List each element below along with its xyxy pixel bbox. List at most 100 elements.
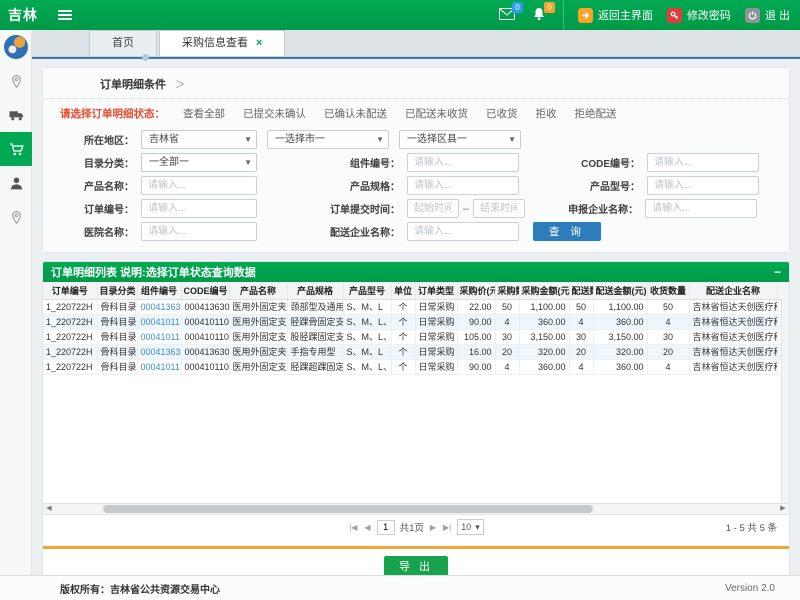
user-avatar[interactable] [0,30,32,64]
order-time-label: 订单提交时间： [257,201,407,216]
end-time-input[interactable] [473,199,525,218]
start-time-input[interactable] [407,199,459,218]
return-main-button[interactable]: 返回主界面 [578,7,653,23]
table-cell: 90.00 [457,359,495,374]
query-button[interactable]: 查 询 [533,222,601,241]
column-header: 采购金额(元 [519,282,569,299]
table-cell: 医用外固定夹板 [229,344,287,359]
chevron-down-icon: ▼ [376,131,384,148]
header-divider [563,0,564,30]
table-row[interactable]: 1_220722H骨科目录0004101100041011002医用外固定支具胫… [43,314,789,329]
table-cell: 4 [495,359,519,374]
status-option[interactable]: 已提交未确认 [243,106,306,121]
tab-procurement-info[interactable]: 采购信息查看 × [159,30,285,56]
status-filter-label: 请选择订单明细状态： [60,106,165,121]
last-page-icon[interactable]: ▶| [442,523,452,532]
sidebar-item-location-top[interactable] [0,64,32,98]
province-select[interactable]: 吉林省▼ [141,130,257,149]
table-cell: 个 [391,329,415,344]
catalog-select[interactable]: 一全部一▼ [141,153,257,172]
component-no-link[interactable]: 00041363 [137,344,181,359]
declare-company-input[interactable] [645,199,757,218]
scrollbar-thumb[interactable] [103,505,593,513]
collapse-panel-icon[interactable]: − [774,266,781,278]
sidebar-item-location-bottom[interactable] [0,200,32,234]
export-button[interactable]: 导 出 [384,556,448,576]
page-size-select[interactable]: 10 ▾ [457,519,484,535]
horizontal-scrollbar[interactable]: ◀ ▶ [43,503,789,514]
component-no-label: 组件编号： [257,155,407,170]
key-icon [667,8,682,23]
product-model-label: 产品型号： [519,178,647,193]
status-option[interactable]: 拒收 [536,106,557,121]
code-no-input[interactable] [647,153,759,172]
table-cell: 日常采购 [415,314,457,329]
product-model-input[interactable] [647,176,759,195]
order-list-title: 订单明细列表 说明:选择订单状态查询数据 [51,264,256,280]
table-cell: 日常采购 [415,299,457,314]
next-page-icon[interactable]: ▶ [429,523,437,532]
sidebar-item-user[interactable] [0,166,32,200]
sidebar-item-procurement[interactable] [0,132,32,166]
table-cell: 1_220722H [43,314,97,329]
table-cell: 股胫踝固定支具 [287,329,343,344]
product-name-input[interactable] [141,176,257,195]
close-tab-icon[interactable]: × [256,31,262,56]
first-page-icon[interactable]: |◀ [348,523,358,532]
region-label: 所在地区： [45,132,141,147]
status-option[interactable]: 查看全部 [183,106,225,121]
table-row[interactable]: 1_220722H骨科目录0004101100041011002医用外固定支具胫… [43,359,789,374]
table-row[interactable]: 1_220722H骨科目录0004101100041011001医用外固定支具股… [43,329,789,344]
scroll-left-icon[interactable]: ◀ [43,504,55,514]
county-select[interactable]: 一选择区县一▼ [399,130,521,149]
prev-page-icon[interactable]: ◀ [363,523,371,532]
change-password-button[interactable]: 修改密码 [667,7,731,23]
sidebar-item-delivery[interactable] [0,98,32,132]
component-no-input[interactable] [407,153,519,172]
avatar [4,35,28,59]
notification-badge: 0 [544,2,555,13]
table-row[interactable]: 1_220722H骨科目录0004136300041363000医用外固定夹板手… [43,344,789,359]
component-no-link[interactable]: 00041011 [137,359,181,374]
filter-panel-title[interactable]: 订单明细条件 ＞ [43,68,789,99]
table-cell: 胫踝骨固定支具 [287,314,343,329]
status-option[interactable]: 已确认未配送 [324,106,387,121]
icon-sidebar [0,30,32,575]
table-row[interactable]: 1_220722H骨科目录0004136300041363001医用外固定夹板颈… [43,299,789,314]
table-cell: 30 [647,329,689,344]
vertical-scrollbar[interactable] [781,299,789,503]
menu-toggle-icon[interactable] [58,10,72,20]
product-spec-input[interactable] [407,176,519,195]
table-cell: 3,150.00 [519,329,569,344]
table-cell: S、M、L、加 [343,359,391,374]
product-name-label: 产品名称： [45,178,141,193]
status-option[interactable]: 已收货 [486,106,518,121]
filter-form: 所在地区： 吉林省▼ 一选择市一▼ 一选择区县一▼ 目录分类： 一全部一▼ 组件… [43,126,789,252]
chevron-down-icon: ▾ [475,522,480,533]
page-number-input[interactable] [377,520,395,535]
status-option[interactable]: 已配送未收货 [405,106,468,121]
tab-home[interactable]: 首页 [89,30,157,56]
table-cell: 吉林省恒达天创医疗科技有限公司 [689,344,777,359]
mail-button[interactable]: 0 [499,7,517,23]
component-no-link[interactable]: 00041011 [137,314,181,329]
logout-button[interactable]: 退 出 [745,7,790,23]
table-cell: 1_220722H [43,299,97,314]
delivery-company-input[interactable] [407,222,519,241]
hospital-input[interactable] [141,222,257,241]
scroll-right-icon[interactable]: ▶ [777,504,789,514]
table-cell: 医用外固定支具 [229,329,287,344]
city-select[interactable]: 一选择市一▼ [267,130,389,149]
table-cell: 个 [391,314,415,329]
column-header: 目录分类 [97,282,137,299]
component-no-link[interactable]: 00041011 [137,329,181,344]
table-header-row: 订单编号目录分类组件编号CODE编号产品名称产品规格产品型号单位订单类型采购价(… [43,282,789,299]
order-no-input[interactable] [141,199,257,218]
notification-button[interactable]: 0 [531,7,549,23]
table-cell: 20 [495,344,519,359]
table-cell: 50 [495,299,519,314]
table-cell: 骨科目录 [97,314,137,329]
table-cell: 4 [495,314,519,329]
status-option[interactable]: 拒绝配送 [575,106,617,121]
component-no-link[interactable]: 00041363 [137,299,181,314]
